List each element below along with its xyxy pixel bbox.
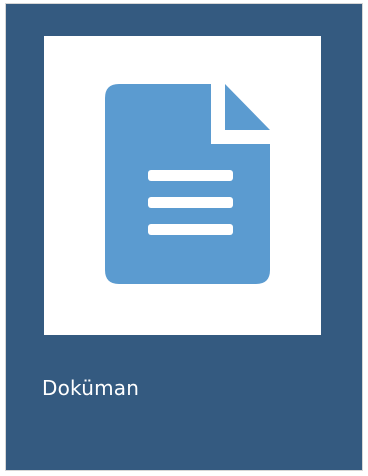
document-thumbnail xyxy=(44,36,321,335)
document-line-2 xyxy=(148,197,233,208)
document-line-1 xyxy=(148,170,233,181)
document-tile[interactable]: Doküman xyxy=(6,4,362,470)
document-icon xyxy=(105,84,270,284)
page-frame: Doküman xyxy=(0,0,368,476)
tile-label: Doküman xyxy=(42,376,140,400)
document-fold-shape xyxy=(225,84,270,130)
document-line-3 xyxy=(148,224,233,235)
